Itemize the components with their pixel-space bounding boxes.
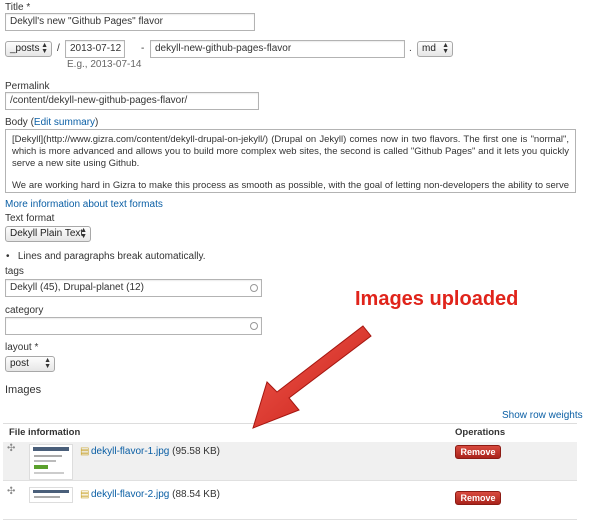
select-arrows-icon: ▲ ▼ [44,357,51,370]
select-arrows-icon: ▲ ▼ [80,227,87,240]
table-row: ✣ ▤ dekyll-flavor-1.jpg (95.58 KB) Remov… [3,442,577,481]
path-separator-slash: / [57,43,60,54]
folder-select-value: _posts [10,43,40,54]
text-format-tip: • Lines and paragraphs break automatical… [6,251,206,262]
file-icon: ▤ [80,489,90,500]
extension-select[interactable]: md ▲ ▼ [417,41,453,57]
image-thumbnail [29,487,73,503]
permalink-label: Permalink [5,81,50,92]
file-icon: ▤ [80,446,90,457]
images-heading: Images [5,384,42,396]
text-formats-info-link[interactable]: More information about text formats [5,199,163,210]
drag-handle-icon[interactable]: ✣ [7,443,15,454]
folder-select[interactable]: _posts ▲ ▼ [5,41,52,57]
remove-button[interactable]: Remove [455,491,501,505]
file-link[interactable]: dekyll-flavor-2.jpg [91,489,169,500]
body-textarea[interactable]: [Dekyll](http://www.gizra.com/content/de… [5,129,576,193]
text-format-label: Text format [5,213,55,224]
col-file-information: File information [9,427,81,438]
image-thumbnail [29,444,73,480]
extension-select-value: md [422,43,436,54]
layout-select[interactable]: post ▲ ▼ [5,356,55,372]
file-entry: dekyll-flavor-2.jpg (88.54 KB) [91,489,220,500]
bullet-icon: • [6,251,10,262]
layout-select-value: post [10,358,29,369]
path-separator-dot: . [409,43,412,54]
show-row-weights-link[interactable]: Show row weights [502,410,583,421]
date-input[interactable]: 2013-07-12 [65,40,125,58]
text-format-select[interactable]: Dekyll Plain Text ▲ ▼ [5,226,91,242]
file-link[interactable]: dekyll-flavor-1.jpg [91,446,169,457]
drag-handle-icon[interactable]: ✣ [7,486,15,497]
title-input[interactable]: Dekyll's new "Github Pages" flavor [5,13,255,31]
tags-label: tags [5,266,24,277]
text-format-select-value: Dekyll Plain Text [10,228,84,239]
select-arrows-icon: ▲ ▼ [41,42,48,55]
body-paragraph-2: We are working hard in Gizra to make thi… [12,180,569,191]
remove-button[interactable]: Remove [455,445,501,459]
category-input[interactable] [5,317,262,335]
file-entry: dekyll-flavor-1.jpg (95.58 KB) [91,446,220,457]
table-row: ✣ ▤ dekyll-flavor-2.jpg (88.54 KB) Remov… [3,485,577,520]
select-arrows-icon: ▲ ▼ [442,42,449,55]
file-size: (95.58 KB) [172,446,220,457]
path-separator-dash: - [141,43,145,54]
slug-input[interactable]: dekyll-new-github-pages-flavor [150,40,405,58]
tags-input[interactable]: Dekyll (45), Drupal-planet (12) [5,279,262,297]
annotation-text: Images uploaded [355,288,519,310]
date-hint: E.g., 2013-07-14 [67,59,142,70]
autocomplete-throbber-icon [250,284,258,292]
layout-label: layout * [5,342,39,353]
edit-summary-link[interactable]: Edit summary [34,117,95,128]
body-label: Body (Edit summary) [5,117,99,128]
annotation-arrow-icon [252,325,372,429]
title-label: Title * [5,2,31,13]
file-size: (88.54 KB) [172,489,220,500]
col-operations: Operations [455,427,506,438]
body-paragraph-1: [Dekyll](http://www.gizra.com/content/de… [12,134,569,169]
category-label: category [5,305,44,316]
permalink-input[interactable]: /content/dekyll-new-github-pages-flavor/ [5,92,259,110]
